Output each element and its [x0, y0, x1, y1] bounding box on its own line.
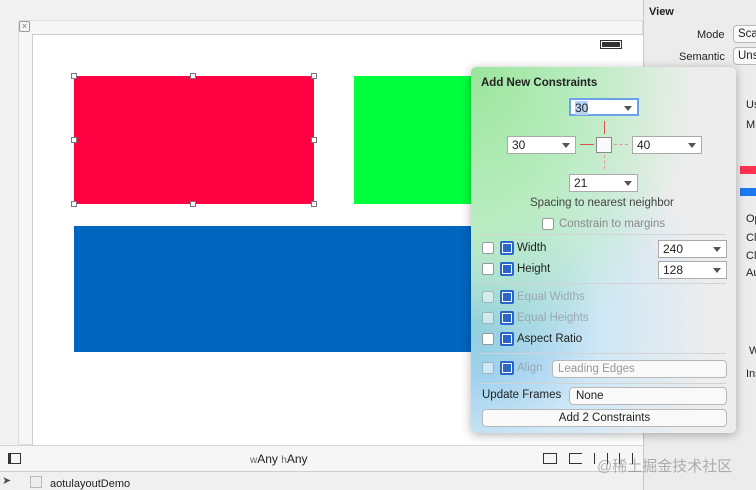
row-label: Cl: [746, 232, 756, 244]
section-title: View: [649, 6, 674, 18]
row-label: Ins: [746, 368, 756, 380]
align-label: Align: [517, 362, 543, 374]
left-spacing-field[interactable]: 30: [507, 136, 576, 154]
add-constraints-popover: Add New Constraints 30 30 40 21 Spacing …: [471, 67, 736, 433]
align-icon: [500, 361, 514, 375]
canvas-bottom-bar: wAny hAny: [0, 445, 643, 472]
aspect-ratio-icon: [500, 332, 514, 346]
align-checkbox[interactable]: [482, 362, 494, 374]
height-icon: [500, 262, 514, 276]
width-value: 240: [663, 242, 684, 256]
height-label: Height: [517, 263, 551, 275]
bottom-constraint-icon[interactable]: [604, 155, 605, 169]
width-label: Width: [517, 242, 547, 254]
height-value: 128: [663, 263, 684, 277]
status-bar: ➤ aotulayoutDemo: [0, 472, 643, 490]
bottom-value: 21: [574, 176, 588, 190]
row-label: M: [746, 119, 756, 131]
top-spacing-field[interactable]: 30: [569, 98, 639, 116]
right-spacing-field[interactable]: 40: [632, 136, 702, 154]
storyboard-icon: [30, 476, 42, 488]
tint-color-swatch[interactable]: [740, 166, 756, 174]
row-label: Cl: [746, 250, 756, 262]
stack-icon[interactable]: [543, 453, 557, 464]
width-field[interactable]: 240: [658, 240, 727, 258]
constrain-margins-label: Constrain to margins: [559, 218, 666, 230]
equal-widths-checkbox[interactable]: [482, 291, 494, 303]
w-value: Any: [257, 452, 278, 466]
size-class-button[interactable]: wAny hAny: [250, 452, 308, 466]
equal-widths-label: Equal Widths: [517, 291, 585, 303]
top-constraint-icon[interactable]: [604, 121, 605, 134]
constrain-margins-checkbox[interactable]: [542, 218, 554, 230]
spacing-label: Spacing to nearest neighbor: [530, 197, 674, 209]
view-square-icon: [596, 137, 612, 153]
width-icon: [500, 241, 514, 255]
document-outline-toggle-icon[interactable]: [8, 453, 21, 464]
align-menu-icon[interactable]: [569, 453, 582, 464]
bottom-spacing-field[interactable]: 21: [569, 174, 638, 192]
background-color-swatch[interactable]: [740, 188, 756, 196]
aspect-ratio-checkbox[interactable]: [482, 333, 494, 345]
location-icon: ➤: [2, 475, 12, 487]
left-constraint-icon[interactable]: [580, 144, 594, 145]
row-label: Au: [746, 267, 756, 279]
project-name[interactable]: aotulayoutDemo: [50, 478, 130, 490]
update-frames-popup[interactable]: None: [569, 387, 727, 405]
watermark: @稀土掘金技术社区: [597, 458, 733, 475]
align-popup[interactable]: Leading Edges: [552, 360, 727, 378]
equal-heights-icon: [500, 311, 514, 325]
row-label: Op: [746, 213, 756, 225]
popover-title: Add New Constraints: [481, 77, 598, 89]
update-frames-label: Update Frames: [482, 389, 562, 401]
close-icon[interactable]: ×: [19, 21, 30, 32]
row-label: Us: [746, 99, 756, 111]
left-value: 30: [512, 138, 526, 152]
equal-heights-checkbox[interactable]: [482, 312, 494, 324]
semantic-popup[interactable]: Uns: [733, 47, 756, 65]
equal-heights-label: Equal Heights: [517, 312, 589, 324]
add-constraints-button[interactable]: Add 2 Constraints: [482, 409, 727, 427]
aspect-ratio-label: Aspect Ratio: [517, 333, 583, 345]
red-view[interactable]: [71, 73, 317, 207]
h-value: Any: [286, 452, 308, 466]
row-label: W: [749, 345, 756, 357]
semantic-label: Semantic: [679, 51, 725, 63]
mode-label: Mode: [697, 29, 725, 41]
right-constraint-icon[interactable]: [614, 144, 628, 145]
right-value: 40: [637, 138, 651, 152]
equal-widths-icon: [500, 290, 514, 304]
battery-icon: [600, 40, 622, 49]
top-value: 30: [575, 101, 589, 115]
width-checkbox[interactable]: [482, 242, 494, 254]
height-checkbox[interactable]: [482, 263, 494, 275]
height-field[interactable]: 128: [658, 261, 727, 279]
mode-popup[interactable]: Sca: [733, 25, 756, 43]
